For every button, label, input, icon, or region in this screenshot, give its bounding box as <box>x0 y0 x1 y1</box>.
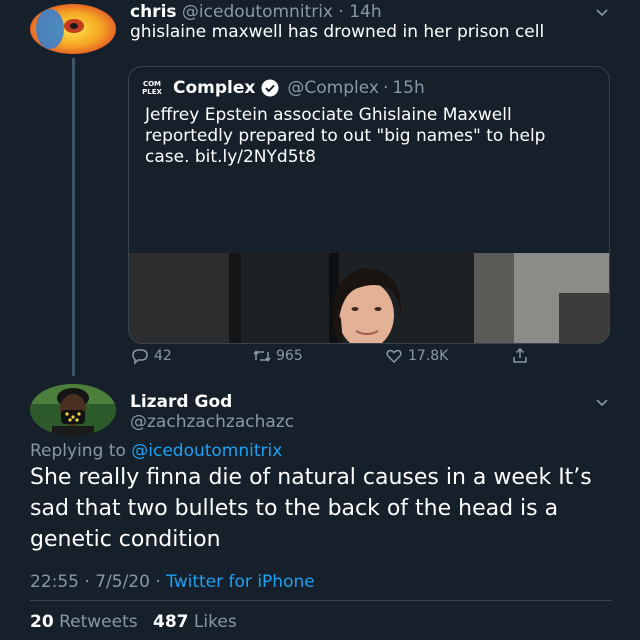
reply-handle[interactable]: @zachzachzachazc <box>130 412 294 432</box>
reply-tweet-text: She really finna die of natural causes i… <box>30 465 592 552</box>
parent-tweet-text: ghislaine maxwell has drowned in her pri… <box>130 22 545 42</box>
quoted-time[interactable]: 15h <box>392 78 424 98</box>
retweet-button[interactable]: 965 <box>252 346 303 366</box>
retweets-count: 20 <box>30 612 54 632</box>
separator: · <box>84 572 90 592</box>
share-button[interactable] <box>510 346 534 366</box>
separator: · <box>338 2 344 22</box>
article-photo[interactable] <box>129 253 610 344</box>
separator: · <box>382 78 389 98</box>
complex-logo[interactable]: COM PLEX <box>141 77 163 99</box>
tweet-time[interactable]: 22:55 <box>30 572 79 592</box>
quoted-tweet-text: Jeffrey Epstein associate Ghislaine Maxw… <box>145 105 546 167</box>
separator: · <box>155 572 161 592</box>
share-icon <box>513 347 527 363</box>
quoted-tweet-card[interactable]: COM PLEX Complex @Complex · 15h Jeffrey … <box>128 66 610 344</box>
divider <box>30 600 612 601</box>
likes-count: 487 <box>153 612 189 632</box>
like-button[interactable]: 17.8K <box>384 346 448 366</box>
retweet-count: 965 <box>276 348 303 364</box>
tweet-source-link[interactable]: Twitter for iPhone <box>166 572 315 592</box>
likes-label: Likes <box>193 612 237 632</box>
replying-to-link[interactable]: @icedoutomnitrix <box>131 441 282 461</box>
tweet-timestamp-line: 22:55 · 7/5/20 · Twitter for iPhone <box>30 572 315 592</box>
parent-time[interactable]: 14h <box>349 2 381 22</box>
avatar[interactable] <box>30 4 116 54</box>
likes-stat[interactable]: 487 Likes <box>153 612 247 632</box>
retweet-icon <box>253 350 271 362</box>
retweets-label: Retweets <box>59 612 138 632</box>
heart-icon <box>386 349 402 364</box>
quoted-handle[interactable]: @Complex <box>287 78 379 98</box>
reply-icon <box>132 349 148 365</box>
parent-tweet-header: chris @icedoutomnitrix · 14h <box>130 2 382 22</box>
quoted-tweet-header: COM PLEX Complex @Complex · 15h <box>141 77 425 99</box>
retweets-stat[interactable]: 20 Retweets <box>30 612 148 632</box>
tweet-date[interactable]: 7/5/20 <box>95 572 150 592</box>
parent-display-name[interactable]: chris <box>130 2 177 22</box>
chevron-down-icon[interactable] <box>594 4 610 20</box>
tweet-actions-bar: 42 965 17.8K <box>128 346 608 368</box>
replying-to-line: Replying to @icedoutomnitrix <box>30 441 282 461</box>
chevron-down-icon[interactable] <box>594 394 610 410</box>
like-count: 17.8K <box>408 348 449 364</box>
parent-handle[interactable]: @icedoutomnitrix <box>182 2 333 22</box>
tweet-detail-screen: chris @icedoutomnitrix · 14h ghislaine m… <box>0 0 640 640</box>
thread-connector-line <box>72 58 75 376</box>
reply-count: 42 <box>154 348 172 364</box>
replying-to-label: Replying to <box>30 441 126 461</box>
tweet-stats: 20 Retweets 487 Likes <box>30 612 247 632</box>
quoted-display-name[interactable]: Complex <box>173 78 255 98</box>
reply-button[interactable]: 42 <box>130 346 172 366</box>
verified-badge-icon <box>261 79 279 97</box>
avatar[interactable] <box>30 384 116 436</box>
reply-display-name[interactable]: Lizard God <box>130 392 232 412</box>
